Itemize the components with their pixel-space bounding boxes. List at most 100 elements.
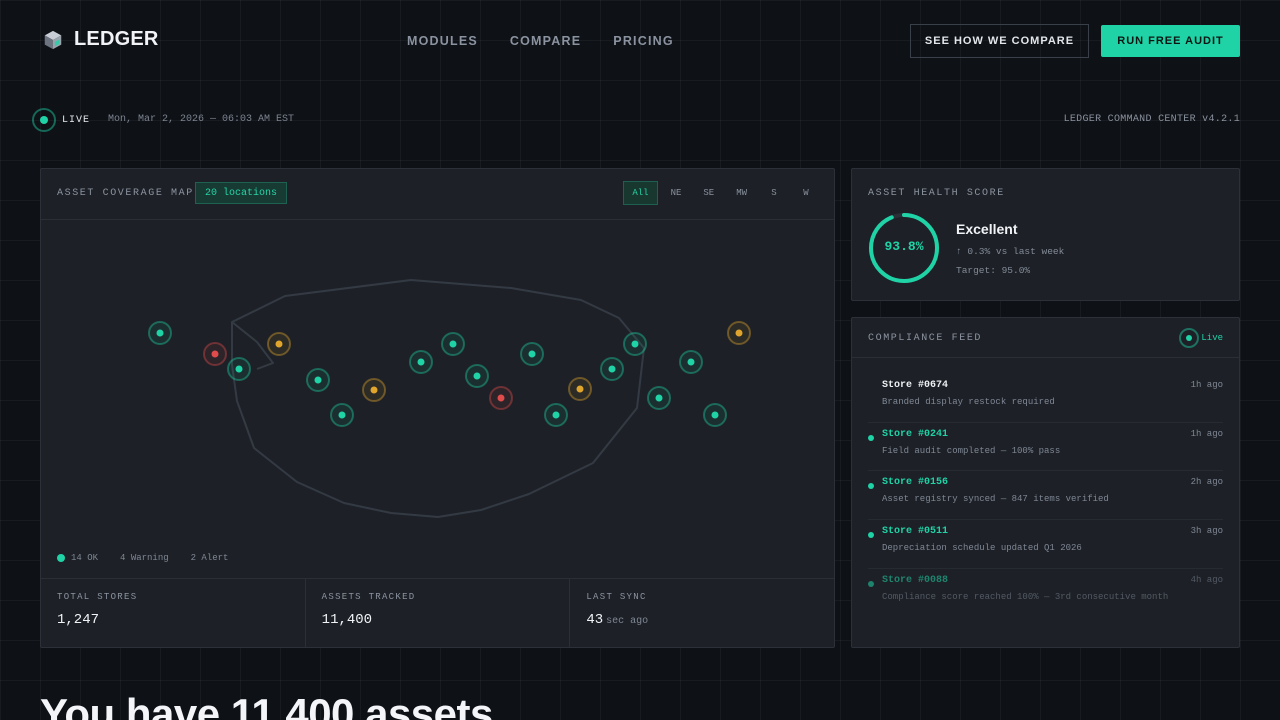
stat-value: 1,247 xyxy=(57,612,289,628)
feed-store: Store #0156 xyxy=(882,477,949,489)
see-how-we-compare-button[interactable]: SEE HOW WE COMPARE xyxy=(910,24,1089,58)
status-dot-icon xyxy=(868,532,874,539)
legend-ok-dot xyxy=(57,554,65,562)
store-marker-warning[interactable] xyxy=(568,377,592,401)
live-indicator: LIVE xyxy=(32,108,90,132)
store-marker-ok[interactable] xyxy=(679,350,703,374)
filter-se[interactable]: SE xyxy=(694,181,723,205)
nav-link-compare[interactable]: COMPARE xyxy=(510,34,581,48)
store-marker-alert[interactable] xyxy=(203,342,227,366)
feed-store: Store #0511 xyxy=(882,526,949,538)
store-marker-ok[interactable] xyxy=(520,342,544,366)
legend-warning-label: 4 Warning xyxy=(120,553,169,563)
stat-number: 11,400 xyxy=(321,612,373,628)
store-marker-warning[interactable] xyxy=(267,332,291,356)
store-marker-ok[interactable] xyxy=(623,332,647,356)
logo[interactable]: LEDGER xyxy=(42,28,159,51)
filter-s[interactable]: S xyxy=(760,181,788,205)
legend-alert-label: 2 Alert xyxy=(190,553,229,563)
stat-number: 43 xyxy=(586,612,604,628)
feed-item[interactable]: Store #0511 3h ago Depreciation schedule… xyxy=(868,520,1223,569)
store-marker-warning[interactable] xyxy=(727,321,751,345)
feed-title: COMPLIANCE FEED xyxy=(868,333,983,344)
health-title: ASSET HEALTH SCORE xyxy=(868,188,1005,199)
feed-message: Asset registry synced — 847 items verifi… xyxy=(882,494,1109,505)
health-target: Target: 95.0% xyxy=(956,265,1031,276)
store-marker-ok[interactable] xyxy=(227,357,251,381)
stat-label: ASSETS TRACKED xyxy=(321,592,416,602)
map-title: ASSET COVERAGE MAP xyxy=(57,188,194,199)
stat-assets-tracked: ASSETS TRACKED 11,400 xyxy=(306,579,571,647)
feed-item[interactable]: Store #0088 4h ago Compliance score reac… xyxy=(868,569,1223,618)
stat-value: 11,400 xyxy=(322,612,554,628)
store-marker-ok[interactable] xyxy=(600,357,624,381)
store-marker-ok[interactable] xyxy=(647,386,671,410)
region-filters: All NE SE MW S W xyxy=(623,181,820,205)
status-dot-icon xyxy=(868,483,874,490)
store-marker-alert[interactable] xyxy=(489,386,513,410)
health-delta: ↑ 0.3% vs last week xyxy=(956,246,1065,257)
feed-live-label: Live xyxy=(1201,333,1223,343)
feed-item[interactable]: Store #0156 2h ago Asset registry synced… xyxy=(868,471,1223,521)
map-header: ASSET COVERAGE MAP 20 locations All NE S… xyxy=(41,169,834,220)
feed-time: 1h ago xyxy=(1190,380,1223,390)
compliance-feed-panel: COMPLIANCE FEED Live Store #0674 1h ago … xyxy=(851,317,1240,648)
filter-w[interactable]: W xyxy=(792,181,820,205)
store-marker-ok[interactable] xyxy=(544,403,568,427)
health-rating: Excellent xyxy=(956,221,1018,237)
stat-unit: sec ago xyxy=(606,616,649,627)
feed-list: Store #0674 1h ago Branded display resto… xyxy=(852,374,1239,617)
version-label: LEDGER COMMAND CENTER v4.2.1 xyxy=(1063,114,1240,125)
map-stats: TOTAL STORES 1,247 ASSETS TRACKED 11,400… xyxy=(41,578,834,647)
nav-link-pricing[interactable]: PRICING xyxy=(613,34,674,48)
status-dot-icon xyxy=(868,580,874,587)
store-marker-warning[interactable] xyxy=(362,378,386,402)
stat-last-sync: LAST SYNC 43 sec ago xyxy=(570,579,834,647)
filter-all[interactable]: All xyxy=(623,181,658,205)
feed-store: Store #0241 xyxy=(882,428,949,440)
feed-message: Depreciation schedule updated Q1 2026 xyxy=(882,543,1082,554)
live-pulse-icon xyxy=(1179,328,1200,348)
store-marker-ok[interactable] xyxy=(465,364,489,388)
map-legend: 14 OK 4 Warning 2 Alert xyxy=(57,553,228,563)
store-markers xyxy=(148,321,751,427)
cube-icon xyxy=(44,30,62,49)
feed-message: Field audit completed — 100% pass xyxy=(882,445,1061,456)
store-marker-ok[interactable] xyxy=(148,321,172,345)
feed-message: Compliance score reached 100% — 3rd cons… xyxy=(882,591,1169,602)
run-free-audit-button[interactable]: RUN FREE AUDIT xyxy=(1101,25,1240,57)
live-label: LIVE xyxy=(62,114,91,126)
live-pulse-icon xyxy=(32,108,56,132)
hero-headline: You have 11,400 assets xyxy=(40,690,493,720)
nav-link-modules[interactable]: MODULES xyxy=(407,34,478,48)
feed-live-indicator: Live xyxy=(1179,328,1223,348)
store-marker-ok[interactable] xyxy=(330,403,354,427)
store-marker-ok[interactable] xyxy=(409,350,433,374)
asset-coverage-map-panel: ASSET COVERAGE MAP 20 locations All NE S… xyxy=(40,168,835,648)
store-marker-ok[interactable] xyxy=(703,403,727,427)
feed-item[interactable]: Store #0674 1h ago Branded display resto… xyxy=(868,374,1223,423)
stat-total-stores: TOTAL STORES 1,247 xyxy=(41,579,306,647)
store-marker-ok[interactable] xyxy=(441,332,465,356)
store-marker-ok[interactable] xyxy=(306,368,330,392)
feed-time: 1h ago xyxy=(1190,428,1223,439)
stat-number: 1,247 xyxy=(57,612,100,628)
filter-ne[interactable]: NE xyxy=(662,181,691,205)
health-score: 93.8% xyxy=(884,239,924,254)
feed-store: Store #0674 xyxy=(882,380,949,391)
coverage-map xyxy=(148,279,751,518)
current-timestamp: Mon, Mar 2, 2026 — 06:03 AM EST xyxy=(108,114,295,125)
legend-ok-label: 14 OK xyxy=(71,553,99,563)
filter-mw[interactable]: MW xyxy=(727,181,756,205)
logo-text: LEDGER xyxy=(74,28,159,50)
legend-warning: 4 Warning xyxy=(120,553,169,563)
feed-time: 4h ago xyxy=(1190,574,1223,585)
main-nav: MODULES COMPARE PRICING xyxy=(407,34,674,48)
feed-header: COMPLIANCE FEED Live xyxy=(852,318,1239,358)
feed-item[interactable]: Store #0241 1h ago Field audit completed… xyxy=(868,423,1223,472)
legend-alert: 2 Alert xyxy=(191,553,229,563)
feed-time: 3h ago xyxy=(1190,526,1223,537)
stat-label: LAST SYNC xyxy=(586,592,647,602)
status-dot-icon xyxy=(868,434,874,441)
feed-message: Branded display restock required xyxy=(882,397,1055,407)
